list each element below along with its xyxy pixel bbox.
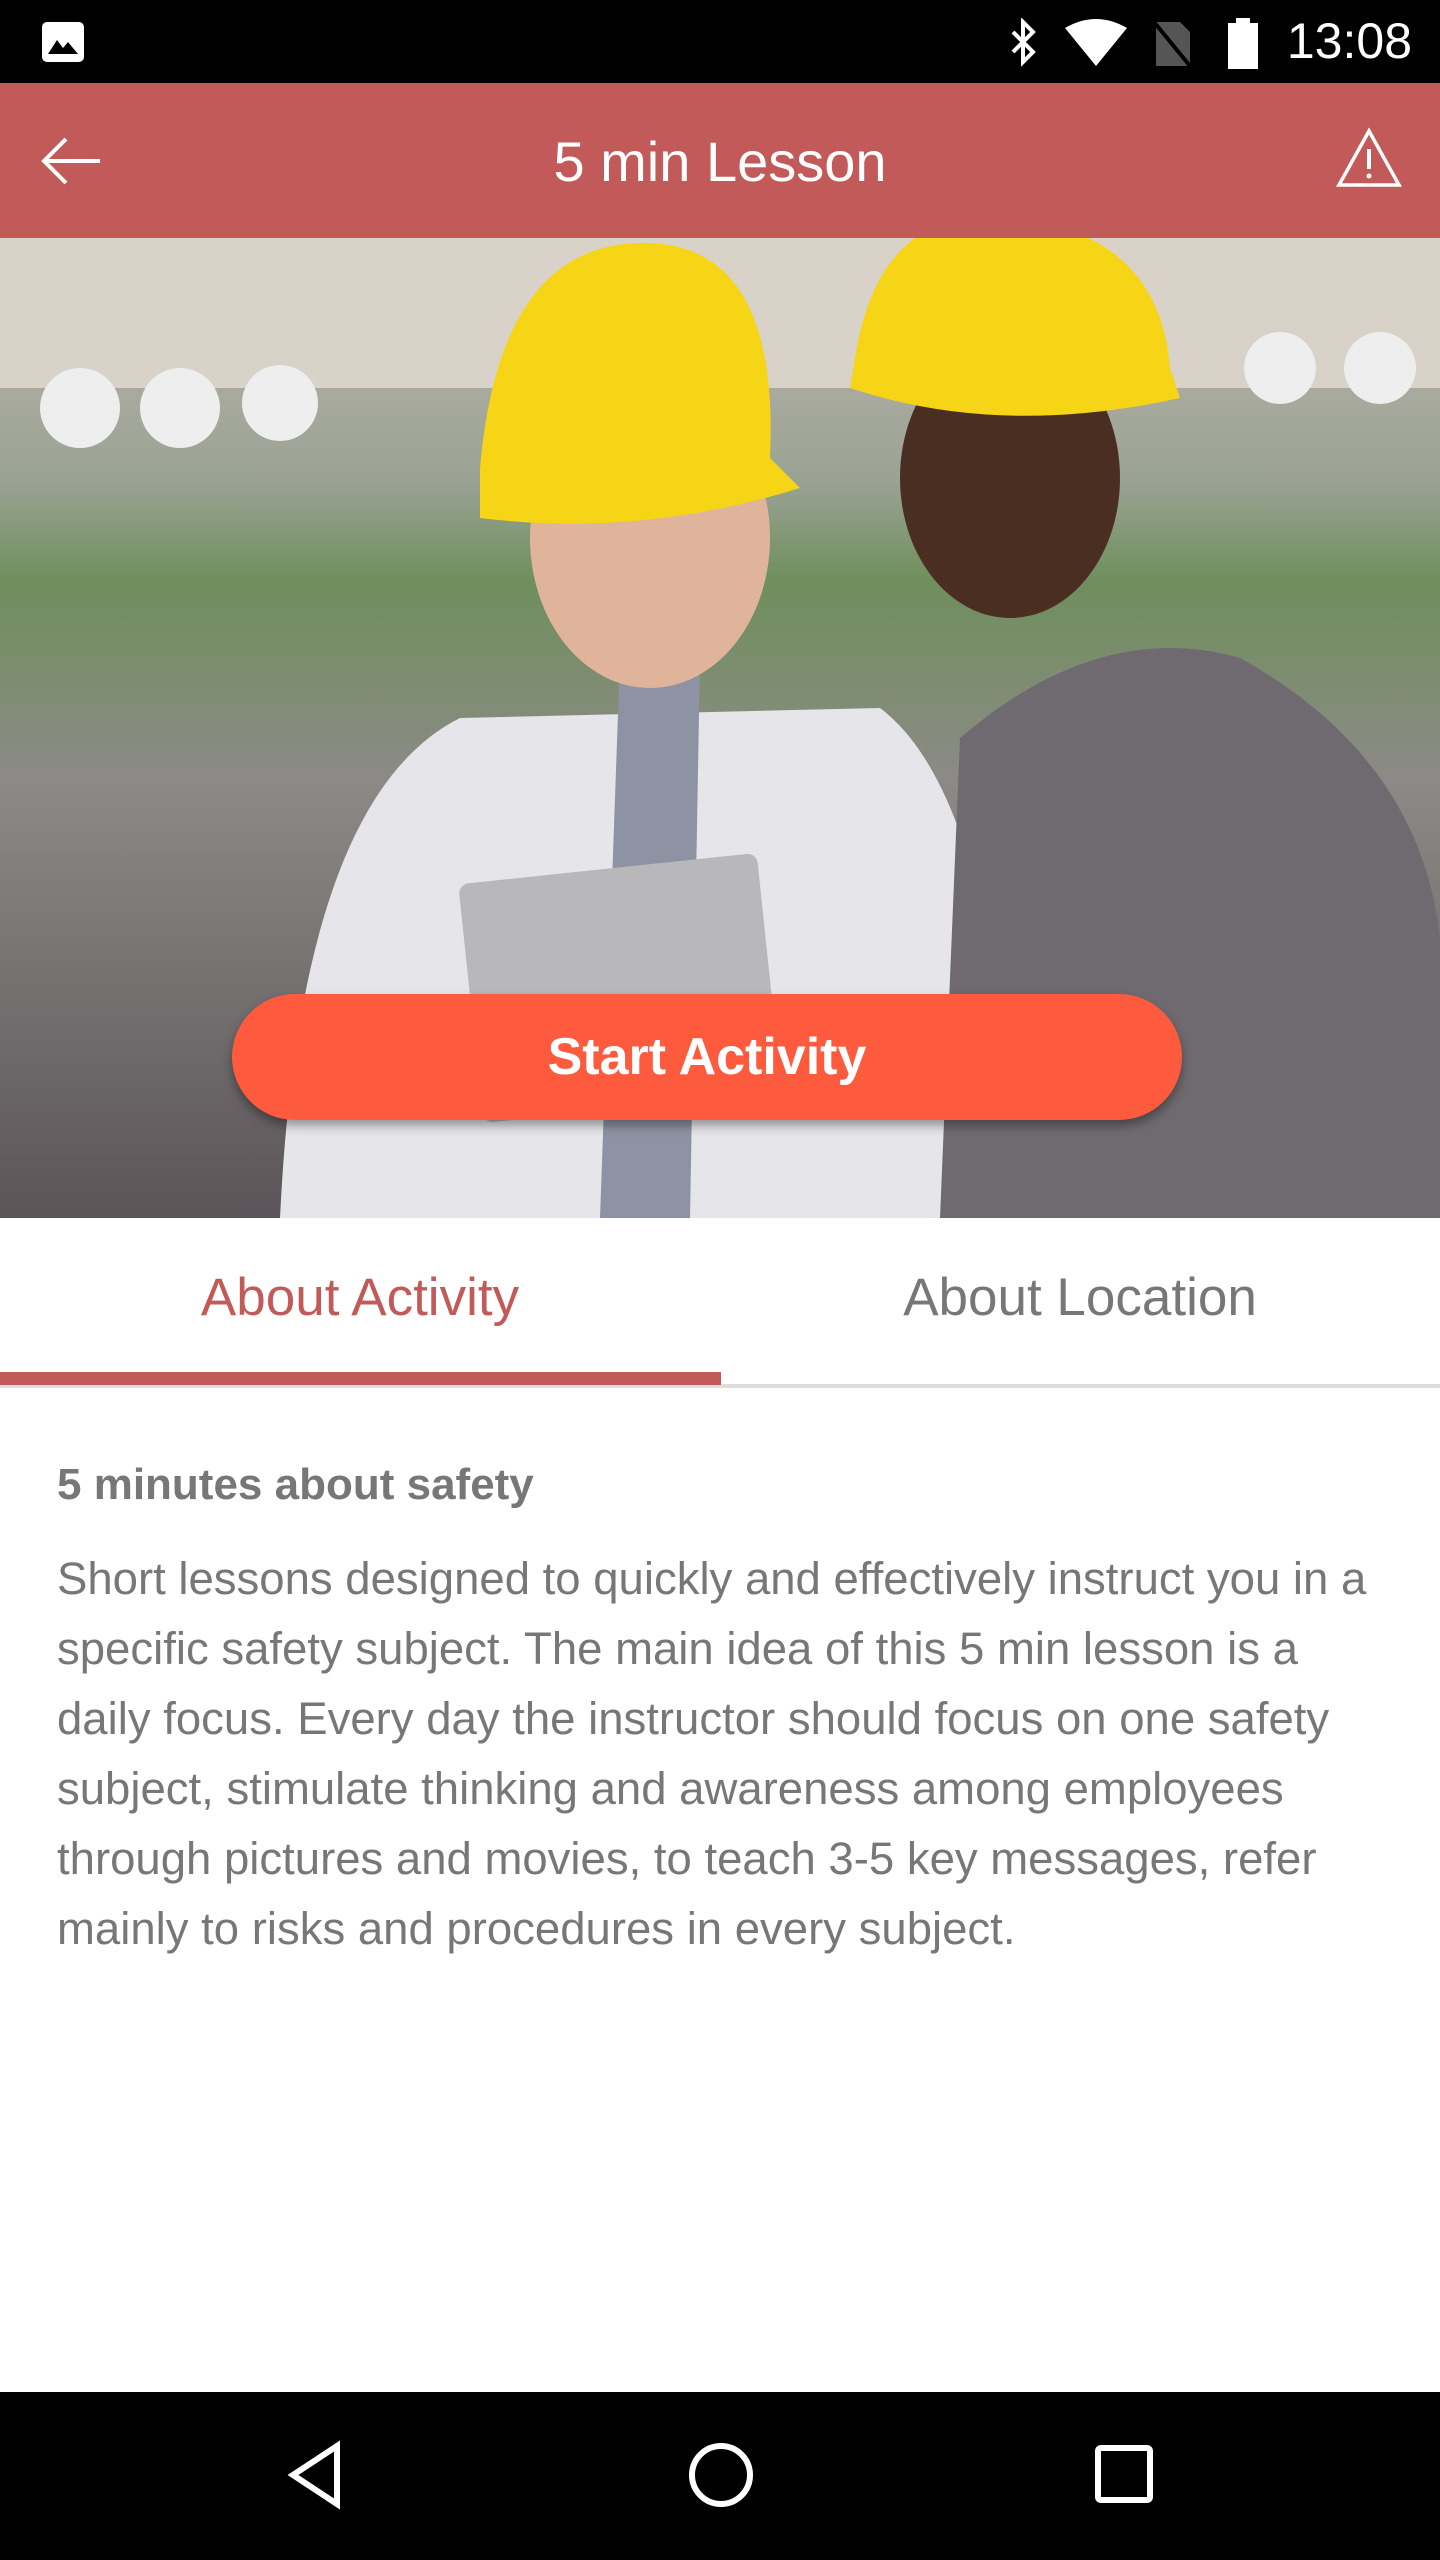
- bluetooth-icon: [1011, 18, 1036, 67]
- active-tab-indicator: [0, 1372, 721, 1385]
- image-notification-icon: [42, 22, 84, 62]
- clock: 13:08: [1286, 13, 1412, 69]
- tab-about-activity[interactable]: About Activity: [0, 1218, 720, 1388]
- back-triangle-icon[interactable]: [285, 2440, 345, 2510]
- no-sim-icon: [1152, 20, 1192, 68]
- tab-bar: About Activity About Location: [0, 1218, 1440, 1388]
- section-heading: 5 minutes about safety: [57, 1460, 534, 1509]
- home-circle-icon[interactable]: [686, 2440, 756, 2510]
- activity-description: 5 minutes about safety Short lessons des…: [57, 1460, 1397, 1964]
- recents-square-icon[interactable]: [1093, 2440, 1157, 2510]
- tab-about-location[interactable]: About Location: [720, 1218, 1440, 1388]
- lesson-hero-image: Start Activity: [0, 238, 1440, 1218]
- app-bar: 5 min Lesson: [0, 83, 1440, 238]
- navigation-bar: [0, 2392, 1440, 2560]
- description-text: Short lessons designed to quickly and ef…: [57, 1553, 1367, 1954]
- battery-icon: [1228, 18, 1258, 69]
- page-title: 5 min Lesson: [553, 130, 887, 193]
- start-activity-button[interactable]: Start Activity: [232, 994, 1182, 1120]
- wifi-icon: [1065, 19, 1127, 66]
- status-bar: 13:08: [0, 0, 1440, 83]
- warning-triangle-icon[interactable]: [1336, 127, 1402, 189]
